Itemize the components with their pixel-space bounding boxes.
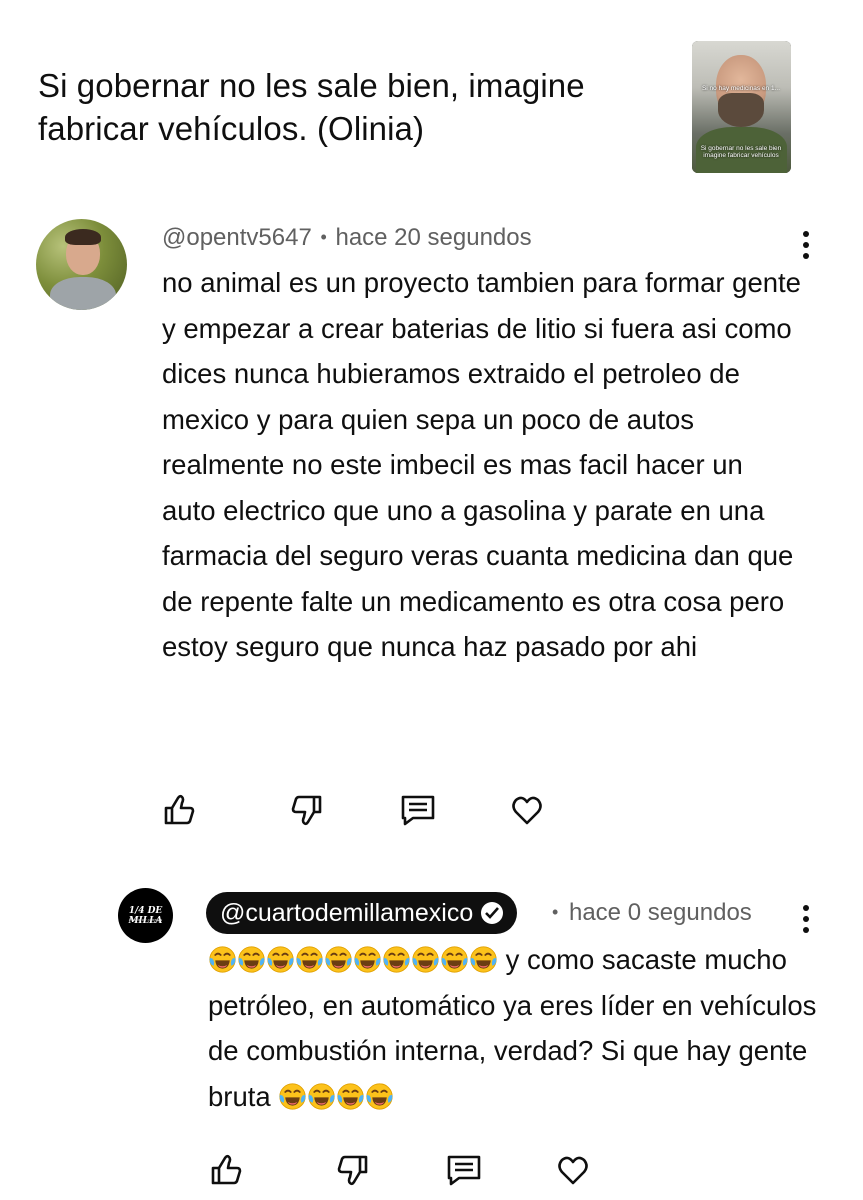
face-with-tears-of-joy-icon xyxy=(469,945,498,974)
comment-body: no animal es un proyecto tambien para fo… xyxy=(162,267,801,662)
reply-body: y como sacaste mucho petróleo, en automá… xyxy=(208,937,818,1119)
face-with-tears-of-joy-icon xyxy=(324,945,353,974)
avatar[interactable] xyxy=(36,219,127,310)
thumb-up-icon[interactable] xyxy=(206,1150,246,1190)
avatar-body xyxy=(50,277,116,310)
face-with-tears-of-joy-icon xyxy=(382,945,411,974)
more-vert-icon[interactable] xyxy=(800,905,812,935)
video-thumbnail[interactable]: Si no hay medicinas en 1... Si gobernar … xyxy=(692,41,791,173)
video-title[interactable]: Si gobernar no les sale bien, imagine fa… xyxy=(38,64,658,150)
avatar-hair xyxy=(65,229,101,245)
reply-meta: • hace 0 segundos xyxy=(552,899,752,927)
meta-separator: • xyxy=(552,902,559,922)
face-with-tears-of-joy-icon xyxy=(208,945,237,974)
verified-check-icon xyxy=(481,902,504,924)
face-with-tears-of-joy-icon xyxy=(295,945,324,974)
avatar-logo-text: 1/4 DE MILLA xyxy=(128,906,163,926)
avatar-logo-subtext: Pasión de carreras xyxy=(128,917,163,922)
thumbnail-caption-bottom: Si gobernar no les sale bien imagine fab… xyxy=(700,145,782,159)
more-vert-icon[interactable] xyxy=(800,231,812,261)
emoji-group-leading xyxy=(208,944,498,975)
face-with-tears-of-joy-icon xyxy=(365,1082,394,1111)
reply-time: hace 0 segundos xyxy=(568,899,752,926)
comment-time: hace 20 segundos xyxy=(335,224,532,251)
thumb-down-icon[interactable] xyxy=(287,790,327,830)
face-with-tears-of-joy-icon xyxy=(440,945,469,974)
face-with-tears-of-joy-icon xyxy=(266,945,295,974)
reply-author: @cuartodemillamexico xyxy=(220,899,474,927)
thumb-down-icon[interactable] xyxy=(333,1150,373,1190)
meta-separator: • xyxy=(320,227,327,247)
comment-icon[interactable] xyxy=(444,1150,484,1190)
thumbnail-beard xyxy=(718,93,764,127)
face-with-tears-of-joy-icon xyxy=(278,1082,307,1111)
comment-author[interactable]: @opentv5647 xyxy=(162,224,312,251)
face-with-tears-of-joy-icon xyxy=(336,1082,365,1111)
comment-icon[interactable] xyxy=(398,790,438,830)
face-with-tears-of-joy-icon xyxy=(237,945,266,974)
channel-owner-badge[interactable]: @cuartodemillamexico xyxy=(206,892,518,934)
face-with-tears-of-joy-icon xyxy=(411,945,440,974)
emoji-group-trailing xyxy=(278,1081,394,1112)
face-with-tears-of-joy-icon xyxy=(353,945,382,974)
heart-icon[interactable] xyxy=(553,1150,593,1190)
reply-avatar[interactable]: 1/4 DE MILLA Pasión de carreras xyxy=(118,888,173,943)
video-header[interactable]: Si gobernar no les sale bien, imagine fa… xyxy=(0,0,863,190)
thumbnail-caption-top: Si no hay medicinas en 1... xyxy=(701,85,781,92)
thumb-up-icon[interactable] xyxy=(159,790,199,830)
heart-icon[interactable] xyxy=(507,790,547,830)
comment-meta: @opentv5647 • hace 20 segundos xyxy=(162,224,532,252)
face-with-tears-of-joy-icon xyxy=(307,1082,336,1111)
